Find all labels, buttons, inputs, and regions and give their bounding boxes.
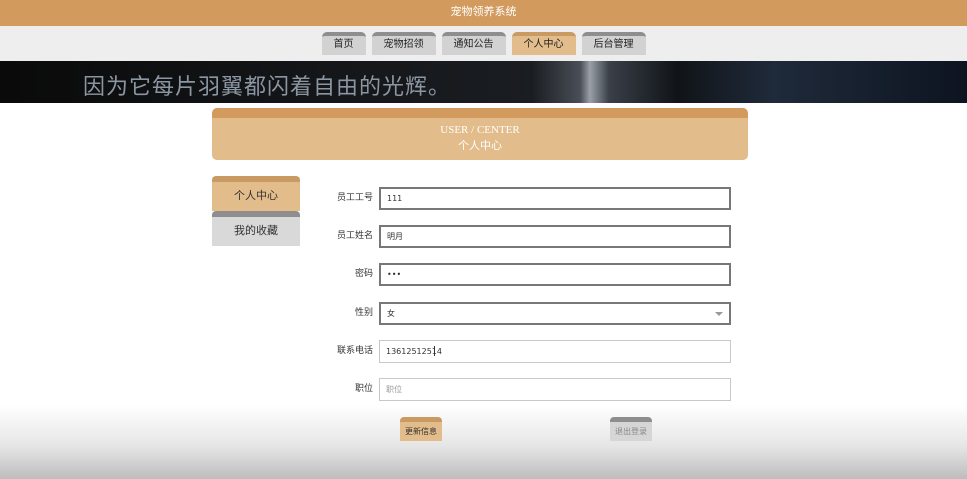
gender-select[interactable]: 女 bbox=[379, 302, 731, 325]
section-header-chinese: 个人中心 bbox=[458, 140, 502, 152]
section-header: USER / CENTER 个人中心 bbox=[212, 108, 748, 160]
password-label: 密码 bbox=[354, 269, 373, 279]
form-row-gender: 性别 女 bbox=[330, 302, 731, 325]
nav-item-notices[interactable]: 通知公告 bbox=[441, 32, 506, 55]
position-input[interactable]: 职位 bbox=[379, 378, 731, 401]
chevron-down-icon bbox=[715, 312, 723, 316]
form-row-phone: 联系电话 13612512514 bbox=[330, 340, 731, 363]
gender-selected-value: 女 bbox=[387, 309, 395, 318]
position-label: 职位 bbox=[354, 384, 373, 394]
section-header-english: USER / CENTER bbox=[440, 124, 520, 136]
form-row-position: 职位 职位 bbox=[330, 378, 731, 401]
employee-name-label: 员工姓名 bbox=[336, 231, 373, 241]
password-input[interactable]: ••• bbox=[379, 263, 731, 286]
phone-label: 联系电话 bbox=[336, 346, 373, 356]
employee-no-label: 员工工号 bbox=[336, 193, 373, 203]
app-title: 宠物领养系统 bbox=[450, 5, 517, 18]
update-info-button[interactable]: 更新信息 bbox=[400, 417, 442, 441]
nav-item-admin[interactable]: 后台管理 bbox=[581, 32, 646, 55]
main-nav: 首页 宠物招领 通知公告 个人中心 后台管理 bbox=[0, 26, 967, 61]
banner-image: 因为它每片羽翼都闪着自由的光辉。 bbox=[0, 61, 967, 103]
banner-slogan: 因为它每片羽翼都闪着自由的光辉。 bbox=[83, 75, 452, 100]
gender-label: 性别 bbox=[354, 308, 373, 318]
side-menu: 个人中心 我的收藏 bbox=[212, 176, 300, 246]
nav-item-personal-center[interactable]: 个人中心 bbox=[511, 32, 576, 55]
employee-name-input[interactable]: 明月 bbox=[379, 225, 731, 248]
logout-button[interactable]: 退出登录 bbox=[610, 417, 652, 441]
form-row-employee-name: 员工姓名 明月 bbox=[330, 225, 731, 248]
form-row-employee-no: 员工工号 111 bbox=[330, 187, 731, 210]
nav-item-home[interactable]: 首页 bbox=[321, 32, 366, 55]
text-cursor-icon bbox=[434, 346, 435, 356]
app-title-bar: 宠物领养系统 bbox=[0, 0, 967, 26]
employee-no-input[interactable]: 111 bbox=[379, 187, 731, 210]
bottom-fade-overlay bbox=[0, 405, 967, 479]
nav-item-pet-adoption[interactable]: 宠物招领 bbox=[371, 32, 436, 55]
phone-input[interactable]: 13612512514 bbox=[379, 340, 731, 363]
side-item-my-favorites[interactable]: 我的收藏 bbox=[212, 211, 300, 246]
form-row-password: 密码 ••• bbox=[330, 263, 731, 286]
side-item-personal-center[interactable]: 个人中心 bbox=[212, 176, 300, 211]
